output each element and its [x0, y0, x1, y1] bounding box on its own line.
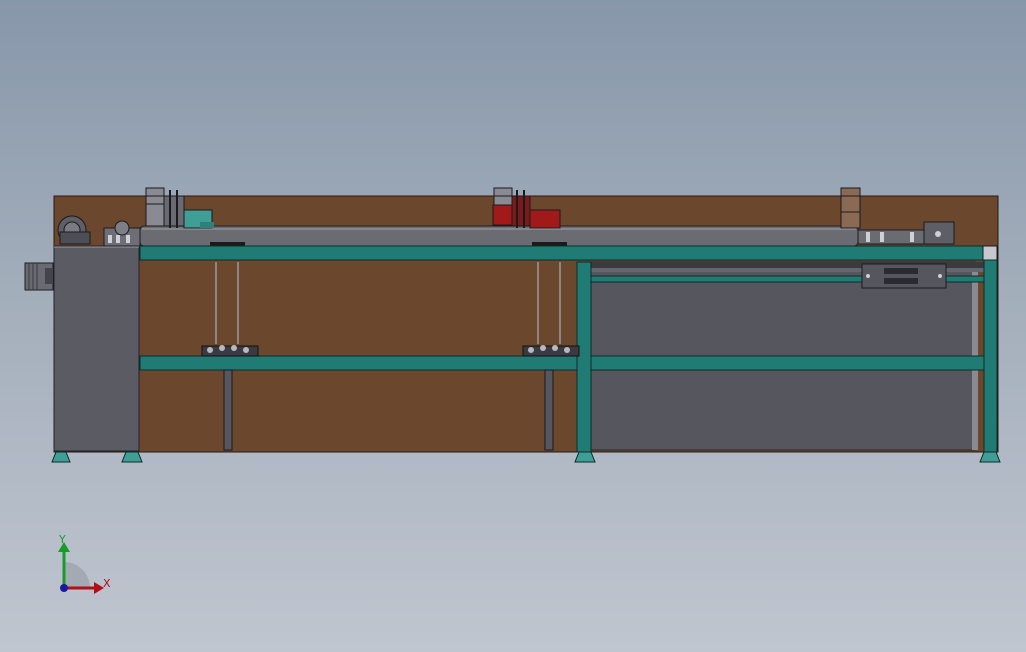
right-post [983, 259, 998, 453]
center-post [576, 261, 592, 453]
machine-assembly[interactable] [24, 187, 1001, 463]
control-cabinet [53, 245, 140, 452]
top-frame-corner [982, 245, 998, 261]
coordinate-triad: Y X [58, 533, 111, 594]
rack-carriage[interactable] [861, 263, 947, 289]
main-roller[interactable] [139, 225, 859, 247]
side-motor[interactable] [24, 262, 54, 291]
middle-frame-beam [139, 355, 987, 371]
gear-cluster-right[interactable] [522, 345, 580, 357]
gear-cluster-left[interactable] [201, 345, 259, 357]
lower-support-left [223, 369, 233, 451]
leveling-feet [51, 451, 1001, 463]
lower-support-right [544, 369, 554, 451]
triad-origin [60, 584, 68, 592]
y-axis-label: Y [58, 533, 66, 546]
triad-arc [64, 562, 90, 588]
x-axis-label: X [103, 577, 111, 590]
top-frame-beam [139, 245, 987, 261]
cad-viewport[interactable]: Y X [0, 0, 1026, 652]
